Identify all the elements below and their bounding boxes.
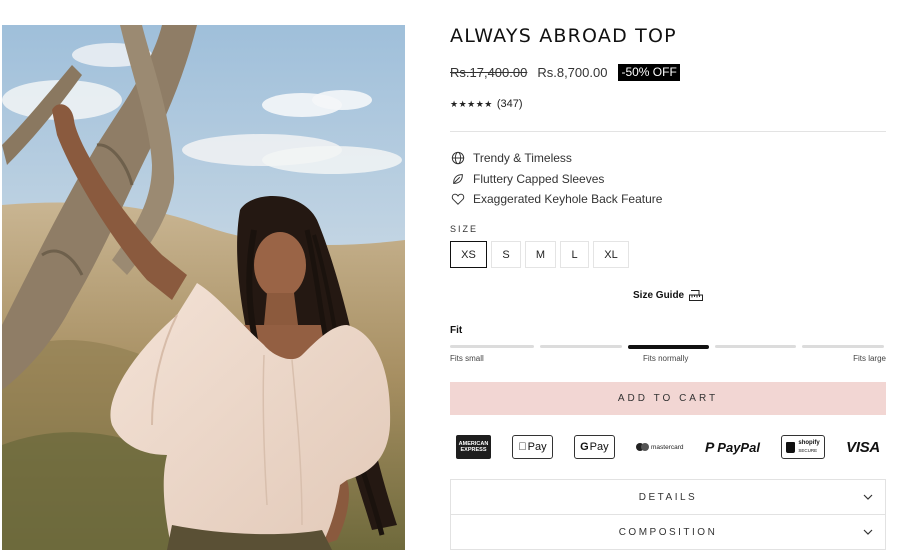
heart-icon — [450, 191, 466, 207]
google-pay-text: Pay — [584, 441, 609, 453]
paypal-logo: P PayPal — [705, 439, 760, 455]
fit-normal-label: Fits normally — [643, 354, 689, 363]
shopify-line1: shopify — [797, 440, 819, 446]
size-selector: XS S M L XL — [450, 241, 629, 268]
shopify-text: shopify SECURE — [798, 440, 819, 454]
feature-item: Exaggerated Keyhole Back Feature — [450, 189, 662, 210]
add-to-cart-button[interactable]: ADD TO CART — [450, 382, 886, 415]
visa-logo: VISA — [846, 438, 880, 456]
fit-segment — [715, 345, 796, 348]
size-guide-label: Size Guide — [633, 290, 685, 301]
fit-scale — [450, 344, 886, 349]
mastercard-text: mastercard — [646, 443, 684, 451]
google-pay-logo: G Pay — [574, 435, 615, 459]
apple-pay-logo:  Pay — [512, 435, 553, 459]
shopify-line2: SECURE — [797, 448, 817, 453]
size-option-m[interactable]: M — [525, 241, 556, 268]
amex-logo: AMERICAN EXPRESS — [456, 435, 491, 459]
leaf-icon — [450, 171, 466, 187]
sale-price: Rs.8,700.00 — [537, 64, 608, 80]
rating-stars: ★★★★★ — [450, 98, 493, 109]
fit-large-label: Fits large — [853, 354, 886, 363]
amex-line2: EXPRESS — [460, 447, 487, 453]
accordion-label: DETAILS — [638, 491, 698, 503]
fit-segment — [802, 345, 884, 348]
google-icon: G — [574, 441, 589, 453]
discount-badge: -50% OFF — [618, 63, 680, 81]
product-photo — [2, 25, 405, 550]
details-accordion[interactable]: DETAILS — [450, 479, 886, 515]
feature-item: Fluttery Capped Sleeves — [450, 169, 662, 190]
shopify-secure-logo: shopify SECURE — [781, 435, 825, 459]
payment-methods: AMERICAN EXPRESS  Pay G Pay mastercard … — [456, 435, 880, 459]
feature-label: Fluttery Capped Sleeves — [473, 171, 605, 186]
divider — [450, 131, 886, 132]
chevron-down-icon — [863, 529, 873, 535]
product-title: ALWAYS ABROAD TOP — [450, 25, 677, 47]
chevron-down-icon — [863, 494, 873, 500]
product-info-panel: ALWAYS ABROAD TOP Rs.17,400.00 Rs.8,700.… — [450, 0, 886, 550]
feature-label: Trendy & Timeless — [473, 151, 572, 166]
size-option-s[interactable]: S — [491, 241, 521, 268]
fit-segment — [540, 345, 622, 348]
ruler-icon — [689, 290, 704, 301]
composition-accordion[interactable]: COMPOSITION — [450, 514, 886, 550]
fit-segment-selected — [628, 344, 709, 349]
original-price: Rs.17,400.00 — [450, 64, 528, 80]
paypal-text: PayPal — [714, 439, 760, 455]
review-count[interactable]: (347) — [497, 98, 523, 110]
paypal-icon: P — [702, 439, 714, 455]
accordion-label: COMPOSITION — [618, 526, 718, 538]
mastercard-icon — [636, 443, 650, 451]
size-option-xl[interactable]: XL — [593, 241, 629, 268]
fit-small-label: Fits small — [450, 354, 484, 363]
apple-icon:  — [518, 441, 526, 453]
shopify-bag-icon — [786, 441, 796, 453]
size-label: SIZE — [450, 224, 479, 234]
fit-label: Fit — [450, 325, 463, 336]
rating[interactable]: ★★★★★ (347) — [450, 98, 523, 110]
apple-pay-text: Pay — [520, 441, 547, 453]
feature-list: Trendy & Timeless Fluttery Capped Sleeve… — [450, 148, 662, 210]
size-option-xs[interactable]: XS — [450, 241, 487, 268]
size-option-l[interactable]: L — [560, 241, 589, 268]
feature-item: Trendy & Timeless — [450, 148, 662, 169]
price-row: Rs.17,400.00 Rs.8,700.00 -50% OFF — [450, 63, 680, 81]
feature-label: Exaggerated Keyhole Back Feature — [473, 192, 663, 207]
globe-icon — [450, 150, 466, 166]
size-guide-link[interactable]: Size Guide — [633, 290, 704, 301]
mastercard-logo: mastercard — [636, 443, 684, 451]
fit-segment — [450, 345, 534, 348]
